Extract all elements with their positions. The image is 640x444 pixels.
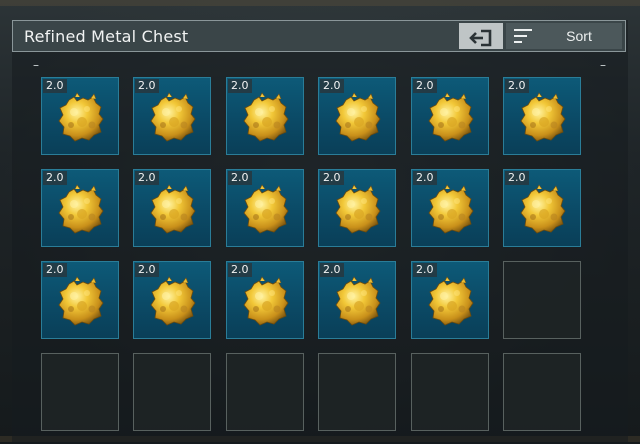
sort-button-label: Sort xyxy=(566,28,592,44)
item-quantity: 2.0 xyxy=(320,171,344,185)
inventory-slot-gold-ore[interactable]: 2.0 xyxy=(411,77,489,155)
item-quantity: 2.0 xyxy=(413,171,437,185)
item-quantity: 2.0 xyxy=(320,79,344,93)
inventory-slot-empty[interactable] xyxy=(133,353,211,431)
inventory-slot-gold-ore[interactable]: 2.0 xyxy=(318,169,396,247)
gold-ore-icon xyxy=(150,92,196,142)
inventory-slot-empty[interactable] xyxy=(503,261,581,339)
inventory-slot-gold-ore[interactable]: 2.0 xyxy=(41,261,119,339)
inventory-slot-gold-ore[interactable]: 2.0 xyxy=(133,77,211,155)
item-quantity: 2.0 xyxy=(228,171,252,185)
inventory-slot-gold-ore[interactable]: 2.0 xyxy=(226,261,304,339)
inventory-slot-gold-ore[interactable]: 2.0 xyxy=(226,77,304,155)
item-quantity: 2.0 xyxy=(43,171,67,185)
inventory-grid: 2.0 2.0 2.0 2.0 2.0 2.0 2.0 2.0 2.0 2.0 2.0 2.0 2.0 2… xyxy=(41,77,583,437)
gold-ore-icon xyxy=(150,276,196,326)
inventory-slot-gold-ore[interactable]: 2.0 xyxy=(41,77,119,155)
gold-ore-icon xyxy=(335,276,381,326)
collapse-mark-right: – xyxy=(600,58,606,72)
inventory-slot-empty[interactable] xyxy=(41,353,119,431)
item-quantity: 2.0 xyxy=(135,171,159,185)
item-quantity: 2.0 xyxy=(135,79,159,93)
inventory-slot-gold-ore[interactable]: 2.0 xyxy=(411,261,489,339)
inventory-slot-empty[interactable] xyxy=(318,353,396,431)
exit-button[interactable] xyxy=(459,23,503,49)
gold-ore-icon xyxy=(58,276,104,326)
inventory-slot-gold-ore[interactable]: 2.0 xyxy=(503,77,581,155)
gold-ore-icon xyxy=(243,276,289,326)
background-beam xyxy=(0,0,640,6)
sort-button[interactable]: Sort xyxy=(506,23,622,49)
inventory-slot-gold-ore[interactable]: 2.0 xyxy=(41,169,119,247)
gold-ore-icon xyxy=(58,92,104,142)
inventory-slot-gold-ore[interactable]: 2.0 xyxy=(318,77,396,155)
exit-icon xyxy=(469,29,492,47)
gold-ore-icon xyxy=(58,184,104,234)
inventory-slot-gold-ore[interactable]: 2.0 xyxy=(133,169,211,247)
collapse-mark-left: – xyxy=(33,58,39,72)
gold-ore-icon xyxy=(428,92,474,142)
gold-ore-icon xyxy=(243,184,289,234)
gold-ore-icon xyxy=(335,184,381,234)
inventory-slot-gold-ore[interactable]: 2.0 xyxy=(503,169,581,247)
inventory-slot-gold-ore[interactable]: 2.0 xyxy=(133,261,211,339)
item-quantity: 2.0 xyxy=(320,263,344,277)
item-quantity: 2.0 xyxy=(413,263,437,277)
item-quantity: 2.0 xyxy=(228,79,252,93)
inventory-slot-gold-ore[interactable]: 2.0 xyxy=(226,169,304,247)
inventory-slot-gold-ore[interactable]: 2.0 xyxy=(318,261,396,339)
item-quantity: 2.0 xyxy=(135,263,159,277)
item-quantity: 2.0 xyxy=(228,263,252,277)
sort-lines-icon xyxy=(514,29,532,43)
inventory-slot-gold-ore[interactable]: 2.0 xyxy=(411,169,489,247)
item-quantity: 2.0 xyxy=(505,171,529,185)
gold-ore-icon xyxy=(335,92,381,142)
gold-ore-icon xyxy=(428,184,474,234)
inventory-slot-empty[interactable] xyxy=(503,353,581,431)
chest-title: Refined Metal Chest xyxy=(24,27,189,46)
item-quantity: 2.0 xyxy=(43,79,67,93)
gold-ore-icon xyxy=(243,92,289,142)
inventory-slot-empty[interactable] xyxy=(411,353,489,431)
gold-ore-icon xyxy=(428,276,474,326)
gold-ore-icon xyxy=(520,184,566,234)
item-quantity: 2.0 xyxy=(413,79,437,93)
gold-ore-icon xyxy=(150,184,196,234)
item-quantity: 2.0 xyxy=(43,263,67,277)
item-quantity: 2.0 xyxy=(505,79,529,93)
gold-ore-icon xyxy=(520,92,566,142)
inventory-slot-empty[interactable] xyxy=(226,353,304,431)
chest-header: Refined Metal Chest Sort xyxy=(12,20,626,52)
